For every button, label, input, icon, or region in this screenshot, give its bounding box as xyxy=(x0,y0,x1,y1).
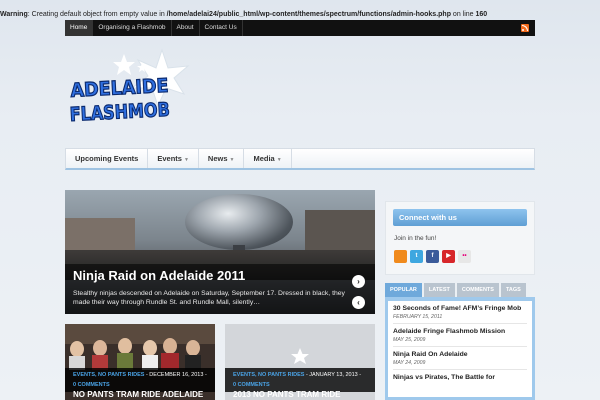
post-title[interactable]: 2013 NO PANTS TRAM RIDE xyxy=(233,390,340,399)
mainnav-label: News xyxy=(207,154,228,163)
flickr-icon[interactable]: •• xyxy=(458,250,471,263)
php-warning: Warning: Creating default object from em… xyxy=(0,11,600,18)
site-logo[interactable]: ADELAIDE FLASHMOB xyxy=(66,48,190,132)
icon-glyph: ▶ xyxy=(446,253,451,259)
icon-glyph: f xyxy=(431,253,434,259)
post-meta: EVENTS, NO PANTS RIDES - DECEMBER 16, 20… xyxy=(65,368,215,392)
featured-slider[interactable]: Ninja Raid on Adelaide 2011 Stealthy nin… xyxy=(65,190,375,314)
mainnav-item-news[interactable]: News ▼ xyxy=(199,149,245,168)
slider-caption: Ninja Raid on Adelaide 2011 Stealthy nin… xyxy=(65,264,375,314)
logo-line-2: FLASHMOB xyxy=(69,99,170,126)
mainnav-label: Media xyxy=(253,154,275,163)
logo-small-star xyxy=(113,54,135,75)
mainnav-item-media[interactable]: Media ▼ xyxy=(244,149,292,168)
warning-text: : Creating default object from empty val… xyxy=(27,11,167,18)
warning-line: 160 xyxy=(475,11,488,18)
post-comments[interactable]: 0 COMMENTS xyxy=(233,382,270,388)
connect-title: Connect with us xyxy=(393,209,527,226)
chevron-down-icon: ▼ xyxy=(183,157,189,163)
tabbed-widget: POPULAR LATEST COMMENTS TAGS 30 Seconds … xyxy=(385,283,535,400)
logo-line-1: ADELAIDE xyxy=(70,75,169,102)
slider-sculpture xyxy=(185,194,293,250)
widget-tabs: POPULAR LATEST COMMENTS TAGS xyxy=(385,283,535,297)
youtube-icon[interactable]: ▶ xyxy=(442,250,455,263)
prev-arrow-icon[interactable]: ‹ xyxy=(352,296,365,309)
list-item-title[interactable]: Ninja Raid On Adelaide xyxy=(393,350,527,359)
list-item-date: FEBRUARY 15, 2011 xyxy=(393,314,443,320)
tab-tags[interactable]: TAGS xyxy=(500,283,526,297)
list-item-date: MAY 24, 2009 xyxy=(393,360,426,366)
topnav-item-about[interactable]: About xyxy=(172,20,200,36)
social-icons: t f ▶ •• xyxy=(394,250,471,263)
post-comments[interactable]: 0 COMMENTS xyxy=(73,382,110,388)
tab-latest[interactable]: LATEST xyxy=(423,283,455,297)
rss-icon[interactable] xyxy=(521,24,529,32)
post-date: - JANUARY 13, 2013 - xyxy=(304,372,362,378)
topnav-item-organising[interactable]: Organising a Flashmob xyxy=(93,20,172,36)
list-item-title[interactable]: Adelaide Fringe Flashmob Mission xyxy=(393,327,527,336)
list-item-date: MAY 25, 2009 xyxy=(393,337,426,343)
top-navigation: Home Organising a Flashmob About Contact… xyxy=(65,20,535,36)
next-arrow-icon[interactable]: › xyxy=(352,275,365,288)
post-title[interactable]: NO PANTS TRAM RIDE ADELAIDE xyxy=(73,390,203,399)
post-card[interactable]: EVENTS, NO PANTS RIDES - JANUARY 13, 201… xyxy=(225,324,375,400)
tab-popular[interactable]: POPULAR xyxy=(385,283,422,297)
warning-label: Warning xyxy=(0,11,28,18)
warning-path: /home/adelai24/public_html/wp-content/th… xyxy=(166,11,451,18)
mainnav-item-upcoming-events[interactable]: Upcoming Events xyxy=(66,149,149,168)
connect-tagline: Join in the fun! xyxy=(394,235,437,242)
slider-excerpt: Stealthy ninjas descended on Adelaide on… xyxy=(73,290,345,306)
post-date: - DECEMBER 16, 2013 - xyxy=(144,372,207,378)
icon-glyph: •• xyxy=(462,253,467,259)
twitter-icon[interactable]: t xyxy=(410,250,423,263)
main-navigation: Upcoming Events Events ▼ News ▼ Media ▼ xyxy=(65,148,535,170)
post-card[interactable]: EVENTS, NO PANTS RIDES - DECEMBER 16, 20… xyxy=(65,324,215,400)
mainnav-label: Events xyxy=(157,154,182,163)
topnav-item-home[interactable]: Home xyxy=(65,20,94,36)
post-categories[interactable]: EVENTS, NO PANTS RIDES xyxy=(73,372,144,378)
topnav-item-contact[interactable]: Contact Us xyxy=(200,20,243,36)
connect-widget: Connect with us Join in the fun! t f ▶ •… xyxy=(385,201,535,275)
mainnav-item-events[interactable]: Events ▼ xyxy=(148,149,199,168)
list-item-title[interactable]: Ninjas vs Pirates, The Battle for xyxy=(393,373,527,382)
tab-comments[interactable]: COMMENTS xyxy=(456,283,499,297)
chevron-down-icon: ▼ xyxy=(276,157,282,163)
list-item[interactable]: Ninjas vs Pirates, The Battle for xyxy=(393,370,527,385)
popular-posts-list: 30 Seconds of Fame! AFM’s Fringe Mob FEB… xyxy=(385,297,535,400)
rss-icon[interactable] xyxy=(394,250,407,263)
slider-title[interactable]: Ninja Raid on Adelaide 2011 xyxy=(73,268,367,284)
list-item-title[interactable]: 30 Seconds of Fame! AFM’s Fringe Mob xyxy=(393,304,527,313)
list-item[interactable]: Adelaide Fringe Flashmob Mission MAY 25,… xyxy=(393,324,527,347)
post-categories[interactable]: EVENTS, NO PANTS RIDES xyxy=(233,372,304,378)
post-meta: EVENTS, NO PANTS RIDES - JANUARY 13, 201… xyxy=(225,368,375,392)
mainnav-label: Upcoming Events xyxy=(75,154,139,163)
facebook-icon[interactable]: f xyxy=(426,250,439,263)
warning-text-2: on line xyxy=(450,11,476,18)
chevron-down-icon: ▼ xyxy=(229,157,235,163)
list-item[interactable]: 30 Seconds of Fame! AFM’s Fringe Mob FEB… xyxy=(393,301,527,324)
icon-glyph: t xyxy=(415,253,418,259)
list-item[interactable]: Ninja Raid On Adelaide MAY 24, 2009 xyxy=(393,347,527,370)
